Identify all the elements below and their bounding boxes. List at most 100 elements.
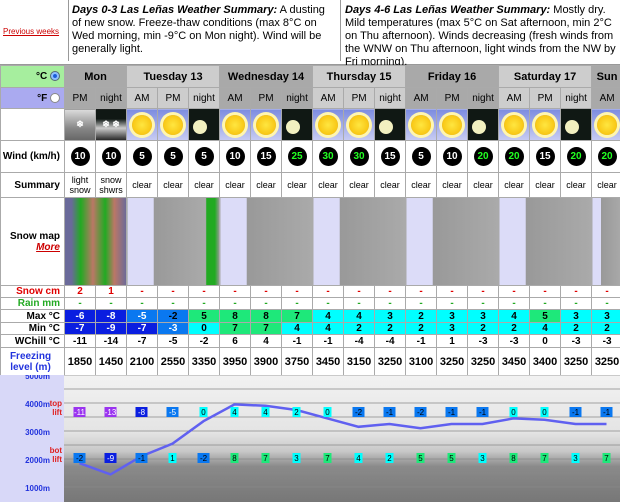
max-temp-value: 7 (281, 309, 314, 323)
min-temp-value: 2 (560, 322, 593, 335)
freezing-level-value: 3450 (498, 347, 531, 376)
snow-map-image[interactable] (126, 197, 221, 286)
snow-map-image[interactable] (498, 197, 593, 286)
altitude-tick-label: 4000m (25, 400, 50, 409)
wind-cell: 5 (405, 140, 438, 173)
wind-arrow-icon: 10 (225, 147, 245, 166)
previous-weeks-link[interactable]: Previous weeks (3, 27, 59, 36)
min-temp-value: 7 (250, 322, 283, 335)
freezing-level-value: 1850 (64, 347, 96, 376)
min-temp-value: -7 (126, 322, 159, 335)
wind-arrow-icon: 15 (380, 147, 400, 166)
blank-label (0, 108, 65, 141)
wind-chill-value: 0 (529, 334, 562, 348)
weather-summary: clear (188, 172, 221, 198)
weather-summary: clear (374, 172, 407, 198)
cloud-snow-icon: ❄ (64, 108, 96, 141)
period-header: night (467, 87, 500, 109)
min-temp-value: -3 (157, 322, 190, 335)
rain-value: - (591, 297, 620, 310)
radio-unselected-icon[interactable] (50, 92, 60, 103)
summary-title: Days 0-3 Las Leñas Weather Summary: (72, 4, 278, 16)
bot-lift-temp: -2 (200, 454, 208, 463)
wind-arrow-icon: 20 (566, 147, 586, 166)
snow-map-title: Snow map (9, 230, 60, 242)
top-lift-temp: 0 (511, 408, 516, 417)
rain-value: - (94, 297, 128, 310)
bot-lift-temp: 2 (387, 454, 392, 463)
rain-value: - (467, 297, 500, 310)
snow-map-label: Snow map More (0, 197, 65, 286)
wind-cell: 30 (343, 140, 376, 173)
wind-chill-value: -4 (343, 334, 376, 348)
wind-arrow-icon: 25 (287, 147, 307, 166)
snow-value: - (436, 285, 469, 298)
top-lift-temp: -2 (417, 408, 425, 417)
wind-chill-value: -5 (157, 334, 190, 348)
summary-title: Days 4-6 Las Leñas Weather Summary: (345, 4, 551, 16)
wind-cell: 10 (94, 140, 128, 173)
wind-chill-label: WChill °C (0, 334, 65, 348)
bot-lift-temp: -2 (76, 454, 84, 463)
wind-cell: 15 (529, 140, 562, 173)
wind-cell: 20 (467, 140, 500, 173)
freezing-level-value: 3150 (343, 347, 376, 376)
rain-value: - (405, 297, 438, 310)
weather-summary: snow shwrs (94, 172, 128, 198)
rain-value: - (250, 297, 283, 310)
radio-selected-icon[interactable] (50, 71, 60, 82)
wind-cell: 30 (312, 140, 345, 173)
moon-icon (374, 108, 407, 141)
rain-value: - (157, 297, 190, 310)
bot-lift-temp: 3 (294, 454, 299, 463)
bot-lift-temp: 3 (573, 454, 578, 463)
weather-summary: clear (591, 172, 620, 198)
wind-arrow-icon: 20 (473, 147, 493, 166)
more-link[interactable]: More (2, 242, 60, 253)
sun-icon (312, 108, 345, 141)
period-header: AM (405, 87, 438, 109)
bot-lift-temp: -1 (138, 454, 146, 463)
wind-arrow-icon: 5 (411, 147, 431, 166)
wind-row: Wind (km/h) 10 10 5 5 5 10 15 25 30 30 15 5 10 20 20 15 2… (0, 140, 620, 173)
min-temp-value: 2 (591, 322, 620, 335)
max-temp-value: 8 (219, 309, 252, 323)
rain-value: - (64, 297, 96, 310)
sun-icon (529, 108, 562, 141)
max-temp-value: 5 (529, 309, 562, 323)
freezing-level-value: 3900 (250, 347, 283, 376)
period-header: AM (219, 87, 252, 109)
period-header: AM (126, 87, 159, 109)
snow-map-image[interactable] (63, 197, 128, 286)
moon-icon (188, 108, 221, 141)
min-temp-value: 7 (219, 322, 252, 335)
wind-cell: 25 (281, 140, 314, 173)
wind-arrow-icon: 30 (318, 147, 338, 166)
freezing-level-value: 3100 (405, 347, 438, 376)
freezing-level-chart: 5000m4000m3000m2000m1000mtopliftbotlift-… (0, 375, 620, 502)
day-header: Wednesday 14 (219, 65, 314, 88)
period-header: PM (64, 87, 96, 109)
snow-map-image[interactable] (591, 197, 620, 286)
wind-arrow-icon: 5 (163, 147, 183, 166)
wind-chill-value: -1 (312, 334, 345, 348)
unit-fahrenheit-option[interactable]: °F (0, 87, 65, 109)
top-lift-temp: 4 (263, 408, 268, 417)
weather-summary-row: Summary light snow snow shwrs clear clear cle… (0, 172, 620, 198)
unit-celsius-option[interactable]: °C (0, 65, 65, 88)
bot-lift-temp: 7 (604, 454, 609, 463)
min-temp-value: 2 (374, 322, 407, 335)
weather-summary: clear (498, 172, 531, 198)
min-temp-value: 3 (436, 322, 469, 335)
top-lift-temp: -2 (355, 408, 363, 417)
wind-arrow-icon: 15 (256, 147, 276, 166)
weather-summary: clear (126, 172, 159, 198)
max-temp-value: 3 (374, 309, 407, 323)
wind-chill-value: -1 (405, 334, 438, 348)
min-temp-value: 2 (467, 322, 500, 335)
sun-icon (157, 108, 190, 141)
snow-map-image[interactable] (312, 197, 407, 286)
max-temp-value: 8 (250, 309, 283, 323)
snow-map-image[interactable] (405, 197, 500, 286)
snow-map-image[interactable] (219, 197, 314, 286)
